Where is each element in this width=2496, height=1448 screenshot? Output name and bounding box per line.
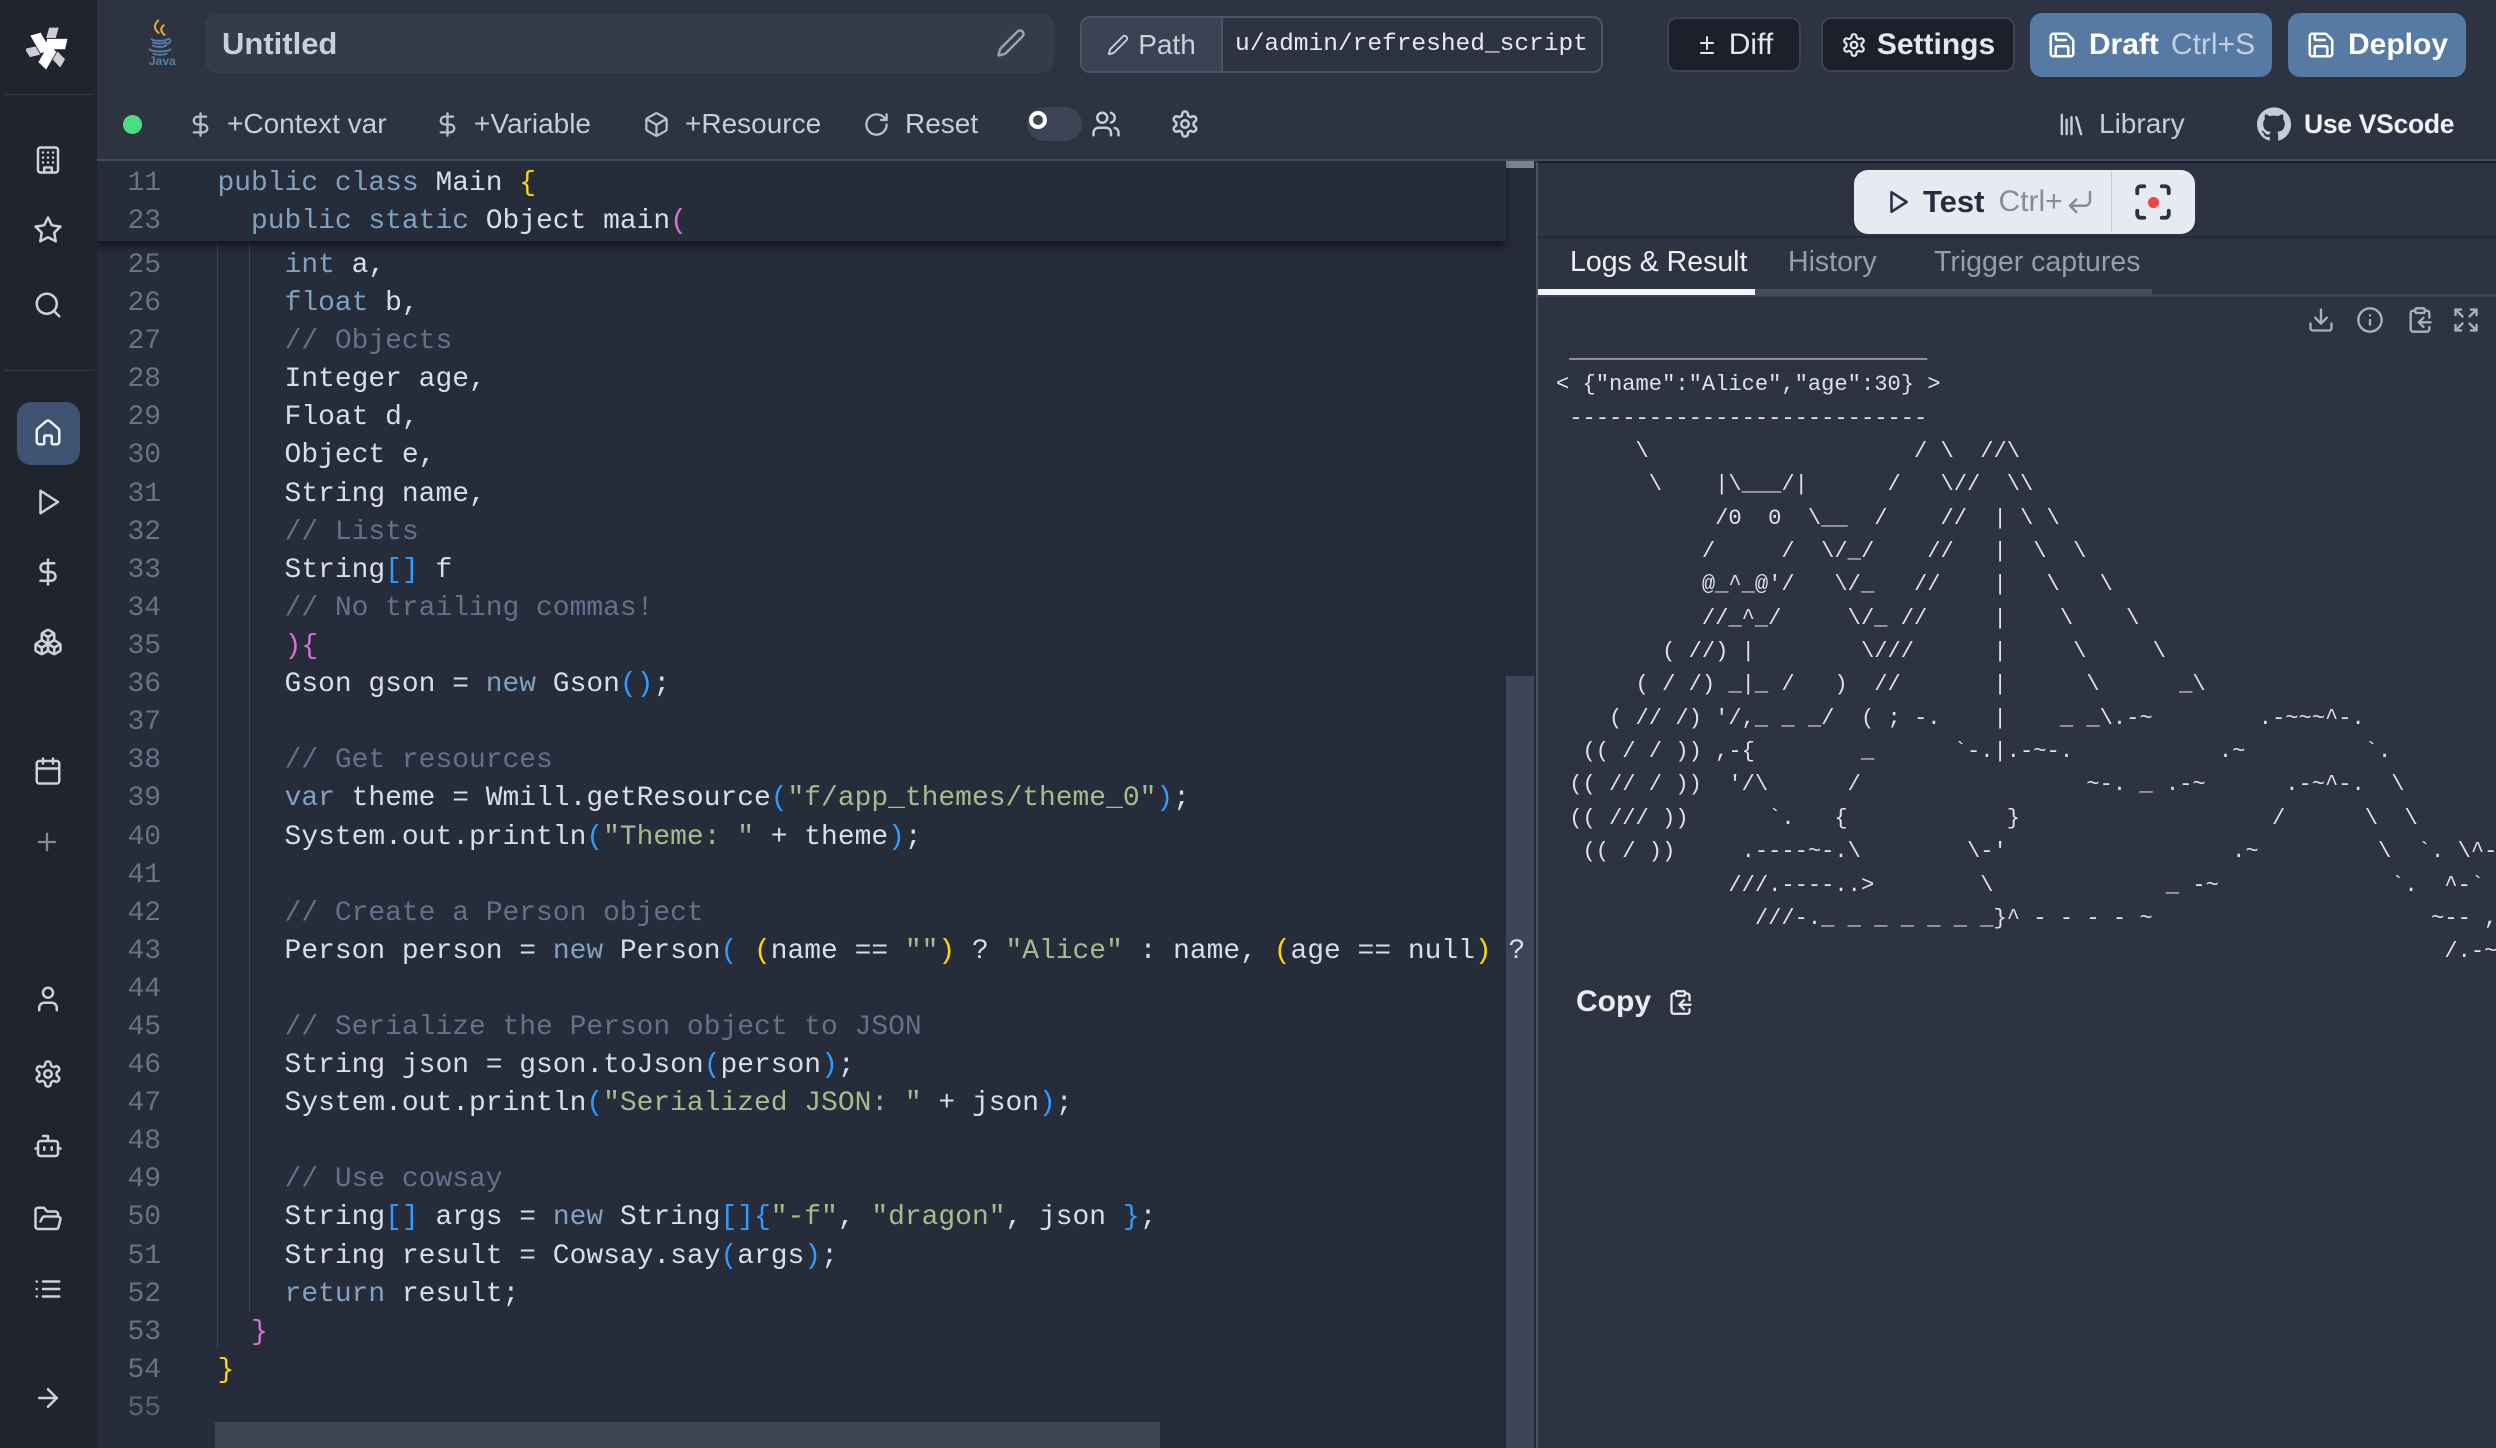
svg-text:Java: Java (149, 54, 176, 67)
